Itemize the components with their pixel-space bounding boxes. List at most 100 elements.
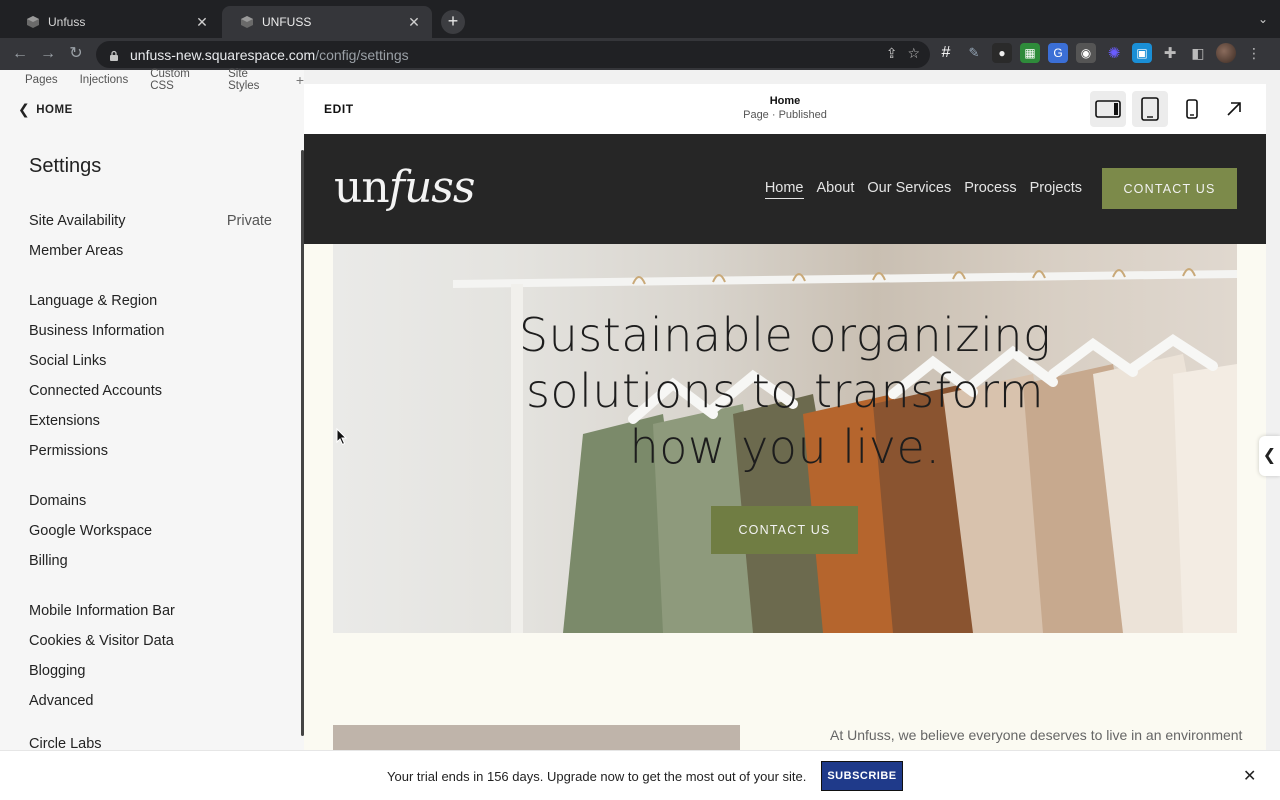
tablet-icon — [1141, 97, 1159, 121]
url-host: unfuss-new.squarespace.com — [130, 46, 316, 63]
puzzle-extensions-icon[interactable]: ✚ — [1160, 43, 1180, 63]
setting-connected-accounts[interactable]: Connected Accounts — [29, 376, 272, 406]
setting-member-areas[interactable]: Member Areas — [29, 236, 272, 266]
site-header: unfuss Home About Our Services Process P… — [304, 134, 1266, 244]
back-home-link[interactable]: ❮ HOME — [18, 101, 73, 118]
forward-arrow-icon[interactable]: → — [38, 44, 58, 64]
mobile-view-button[interactable] — [1174, 91, 1210, 127]
hero-contact-button[interactable]: CONTACT US — [711, 506, 858, 554]
hero-title-line: how you live. — [629, 420, 941, 474]
pen-extension-icon[interactable]: ✎ — [964, 43, 984, 63]
setting-label: Member Areas — [29, 243, 124, 259]
phone-icon — [1186, 99, 1198, 119]
site-nav-projects[interactable]: Projects — [1030, 180, 1082, 199]
open-site-button[interactable] — [1216, 91, 1252, 127]
site-logo[interactable]: unfuss — [334, 162, 476, 213]
setting-permissions[interactable]: Permissions — [29, 436, 272, 466]
setting-label: Language & Region — [29, 293, 158, 309]
site-nav-home[interactable]: Home — [764, 180, 804, 199]
extensions-row: # ✎ ● ▦ G ◉ ✺ ▣ ✚ ◧ ⋮ — [936, 43, 1264, 63]
page-title: Settings — [29, 155, 102, 177]
grammarly-extension-icon[interactable]: ● — [992, 43, 1012, 63]
desktop-view-button[interactable] — [1090, 91, 1126, 127]
preview-toolbar: EDIT Home Page · Published — [304, 84, 1266, 134]
topnav-pages[interactable]: Pages — [25, 74, 58, 86]
panel-top-nav: Pages Injections Custom CSS Site Styles … — [0, 68, 304, 92]
chevron-left-icon[interactable]: ❮ — [1259, 436, 1280, 476]
setting-cookies-visitor-data[interactable]: Cookies & Visitor Data — [29, 626, 272, 656]
bookmark-star-icon[interactable]: ☆ — [907, 45, 920, 62]
side-panel-icon[interactable]: ◧ — [1188, 43, 1208, 63]
setting-label: Google Workspace — [29, 523, 153, 539]
tablet-view-button[interactable] — [1132, 91, 1168, 127]
setting-billing[interactable]: Billing — [29, 546, 272, 576]
site-nav-about[interactable]: About — [817, 180, 855, 199]
site-nav: Home About Our Services Process Projects — [764, 180, 1082, 199]
back-home-label: HOME — [36, 103, 73, 116]
spark-extension-icon[interactable]: ✺ — [1104, 43, 1124, 63]
browser-tab-bar: Unfuss ✕ UNFUSS ✕ + ⌄ — [0, 0, 1280, 38]
tab-search-chevron-icon[interactable]: ⌄ — [1258, 12, 1268, 26]
topnav-custom-css[interactable]: Custom CSS — [150, 68, 206, 92]
sheets-extension-icon[interactable]: ▦ — [1020, 43, 1040, 63]
reload-icon[interactable]: ↻ — [66, 44, 86, 64]
setting-site-availability[interactable]: Site Availability Private — [29, 206, 272, 236]
tab-title: UNFUSS — [262, 15, 312, 29]
window-extension-icon[interactable]: ▣ — [1132, 43, 1152, 63]
squarespace-favicon-icon — [240, 15, 254, 29]
header-contact-button[interactable]: CONTACT US — [1102, 168, 1237, 209]
browser-tab[interactable]: Unfuss ✕ — [8, 6, 220, 38]
mouse-cursor-icon — [336, 428, 348, 446]
setting-extensions[interactable]: Extensions — [29, 406, 272, 436]
chevron-left-icon: ❮ — [18, 101, 31, 117]
tab-title: Unfuss — [48, 15, 86, 29]
browser-toolbar: ← → ↻ unfuss-new.squarespace.com/config/… — [0, 38, 1280, 70]
hashtag-extension-icon[interactable]: # — [936, 43, 956, 63]
topnav-injections[interactable]: Injections — [80, 74, 129, 86]
setting-social-links[interactable]: Social Links — [29, 346, 272, 376]
setting-label: Mobile Information Bar — [29, 603, 175, 619]
translate-extension-icon[interactable]: G — [1048, 43, 1068, 63]
setting-label: Billing — [29, 553, 68, 569]
setting-value: Private — [226, 213, 272, 229]
address-bar[interactable]: unfuss-new.squarespace.com/config/settin… — [96, 41, 930, 68]
site-nav-process[interactable]: Process — [964, 180, 1016, 199]
hero-section: Sustainable organizing solutions to tran… — [333, 244, 1237, 633]
new-tab-button[interactable]: + — [441, 10, 465, 34]
tab-close-icon[interactable]: ✕ — [406, 14, 422, 30]
intro-text: At Unfuss, we believe everyone deserves … — [830, 727, 1243, 743]
setting-domains[interactable]: Domains — [29, 486, 272, 516]
trial-message: Your trial ends in 156 days. Upgrade now… — [387, 769, 807, 784]
setting-mobile-information-bar[interactable]: Mobile Information Bar — [29, 596, 272, 626]
topnav-site-styles[interactable]: Site Styles — [228, 68, 274, 92]
hero-title-line: Sustainable organizing — [518, 308, 1052, 362]
setting-blogging[interactable]: Blogging — [29, 656, 272, 686]
setting-label: Permissions — [29, 443, 108, 459]
setting-advanced[interactable]: Advanced — [29, 686, 272, 716]
settings-panel: Pages Injections Custom CSS Site Styles … — [0, 68, 304, 752]
site-nav-our-services[interactable]: Our Services — [867, 180, 951, 199]
tab-close-icon[interactable]: ✕ — [194, 14, 210, 30]
subscribe-button[interactable]: SUBSCRIBE — [821, 761, 903, 791]
desktop-icon — [1095, 100, 1121, 118]
profile-avatar[interactable] — [1216, 43, 1236, 63]
logo-text-a: un — [334, 162, 390, 213]
setting-google-workspace[interactable]: Google Workspace — [29, 516, 272, 546]
logo-text-b: fuss — [388, 162, 476, 213]
setting-label: Site Availability — [29, 213, 126, 229]
trial-banner: Your trial ends in 156 days. Upgrade now… — [0, 750, 1280, 800]
setting-label: Social Links — [29, 353, 107, 369]
browser-tab-active[interactable]: UNFUSS ✕ — [222, 6, 432, 38]
share-icon[interactable]: ⇪ — [886, 45, 898, 62]
device-toggle — [1090, 91, 1252, 127]
setting-language-region[interactable]: Language & Region — [29, 286, 272, 316]
lock-icon — [108, 49, 120, 61]
close-icon[interactable]: ✕ — [1243, 766, 1256, 786]
setting-label: Blogging — [29, 663, 86, 679]
topnav-add-icon[interactable]: + — [296, 72, 304, 88]
setting-business-information[interactable]: Business Information — [29, 316, 272, 346]
back-arrow-icon[interactable]: ← — [10, 44, 30, 64]
kebab-menu-icon[interactable]: ⋮ — [1244, 43, 1264, 63]
camera-extension-icon[interactable]: ◉ — [1076, 43, 1096, 63]
setting-label: Domains — [29, 493, 87, 509]
